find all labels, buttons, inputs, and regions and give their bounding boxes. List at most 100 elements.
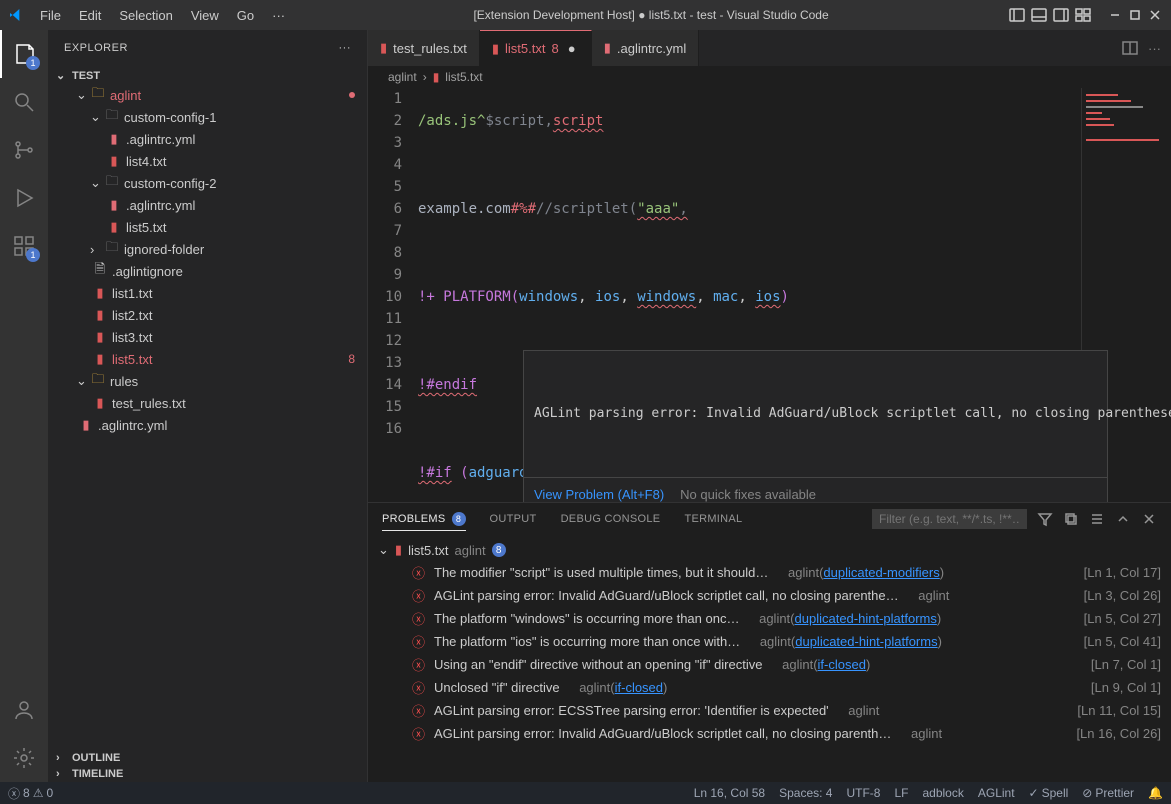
folder-aglint[interactable]: ⌄🗀aglint [48, 84, 367, 106]
tab-dirty-icon[interactable]: ● [565, 42, 579, 56]
code-editor[interactable]: 12345678910111213141516 /ads.js^$script,… [368, 88, 1171, 502]
file-list3[interactable]: ▮list3.txt [48, 326, 367, 348]
problem-file-header[interactable]: ⌄ ▮ list5.txt aglint 8 [378, 539, 1161, 561]
panel-tab-output[interactable]: OUTPUT [490, 513, 537, 525]
panel-close-icon[interactable] [1141, 511, 1157, 527]
code-content[interactable]: /ads.js^$script,script example.com#%#//s… [418, 88, 1081, 502]
menu-more[interactable]: ··· [264, 4, 293, 27]
split-editor-icon[interactable] [1122, 40, 1138, 56]
section-outline[interactable]: ›OUTLINE [48, 750, 367, 766]
bell-icon: 🔔 [1148, 786, 1163, 800]
problem-rule-link[interactable]: duplicated-hint-platforms [795, 611, 937, 626]
status-prettier[interactable]: ⊘Prettier [1082, 786, 1134, 800]
file-list4[interactable]: ▮list4.txt [48, 150, 367, 172]
activity-source-control[interactable] [0, 126, 48, 174]
folder-rules[interactable]: ⌄🗀rules [48, 370, 367, 392]
file-icon: ▮ [92, 329, 108, 345]
status-cursor[interactable]: Ln 16, Col 58 [694, 786, 765, 800]
problem-row[interactable]: ⓧThe modifier "script" is used multiple … [378, 561, 1161, 584]
folder-custom-config-1[interactable]: ⌄🗀custom-config-1 [48, 106, 367, 128]
problem-row[interactable]: ⓧThe platform "windows" is occurring mor… [378, 607, 1161, 630]
status-spell[interactable]: ✓Spell [1029, 786, 1069, 800]
menu-edit[interactable]: Edit [71, 4, 109, 27]
panel-tab-debug[interactable]: DEBUG CONSOLE [561, 513, 661, 525]
activity-run-debug[interactable] [0, 174, 48, 222]
file-root-aglintrc[interactable]: ▮.aglintrc.yml [48, 414, 367, 436]
activity-extensions[interactable]: 1 [0, 222, 48, 270]
problem-row[interactable]: ⓧAGLint parsing error: ECSSTree parsing … [378, 699, 1161, 722]
minimize-icon[interactable] [1107, 7, 1123, 23]
collapse-all-icon[interactable] [1063, 511, 1079, 527]
panel-tab-terminal[interactable]: TERMINAL [684, 513, 742, 525]
file-icon: ▮ [604, 40, 611, 56]
maximize-icon[interactable] [1127, 7, 1143, 23]
problem-message: Using an "endif" directive without an op… [434, 657, 762, 672]
problem-rule-link[interactable]: duplicated-hint-platforms [795, 634, 937, 649]
view-as-tree-icon[interactable] [1089, 511, 1105, 527]
filter-icon[interactable] [1037, 511, 1053, 527]
status-errors[interactable]: ⓧ8 ⚠0 [8, 785, 53, 802]
breadcrumb[interactable]: aglint › ▮ list5.txt [368, 66, 1171, 88]
status-bell[interactable]: 🔔 [1148, 786, 1163, 800]
file-icon: ▮ [106, 131, 122, 147]
panel-tab-problems[interactable]: PROBLEMS8 [382, 512, 466, 531]
status-aglint[interactable]: AGLint [978, 786, 1015, 800]
activity-settings[interactable] [0, 734, 48, 782]
close-icon[interactable] [1147, 7, 1163, 23]
file-list5[interactable]: ▮list5.txt8 [48, 348, 367, 370]
menu-selection[interactable]: Selection [111, 4, 180, 27]
problem-row[interactable]: ⓧAGLint parsing error: Invalid AdGuard/u… [378, 722, 1161, 745]
tab-test-rules[interactable]: ▮test_rules.txt [368, 30, 480, 66]
activity-account[interactable] [0, 686, 48, 734]
problem-message: AGLint parsing error: Invalid AdGuard/uB… [434, 588, 899, 603]
problem-row[interactable]: ⓧThe platform "ios" is occurring more th… [378, 630, 1161, 653]
file-tree: ⌄🗀aglint ⌄🗀custom-config-1 ▮.aglintrc.ym… [48, 84, 367, 436]
tab-more-icon[interactable]: ··· [1148, 41, 1161, 56]
view-problem-link[interactable]: View Problem (Alt+F8) [534, 484, 664, 502]
tab-aglintrc[interactable]: ▮.aglintrc.yml [592, 30, 700, 66]
dirty-indicator [349, 92, 355, 98]
section-test[interactable]: ⌄ TEST [48, 67, 367, 84]
folder-ignored[interactable]: ›🗀ignored-folder [48, 238, 367, 260]
error-icon: ⓧ [8, 785, 20, 802]
sidebar-more-icon[interactable]: ··· [339, 42, 352, 54]
menu-file[interactable]: File [32, 4, 69, 27]
problem-source: aglint [918, 588, 949, 603]
chevron-up-icon[interactable] [1115, 511, 1131, 527]
menu-view[interactable]: View [183, 4, 227, 27]
activity-explorer[interactable]: 1 [0, 30, 48, 78]
file-list1[interactable]: ▮list1.txt [48, 282, 367, 304]
problem-location: [Ln 7, Col 1] [1091, 657, 1161, 672]
file-list2[interactable]: ▮list2.txt [48, 304, 367, 326]
file-aglintrc-yml-1[interactable]: ▮.aglintrc.yml [48, 128, 367, 150]
problem-rule-link[interactable]: if-closed [818, 657, 866, 672]
file-aglintignore[interactable]: 🗎.aglintignore [48, 260, 367, 282]
activity-search[interactable] [0, 78, 48, 126]
problem-location: [Ln 3, Col 26] [1084, 588, 1161, 603]
menu-go[interactable]: Go [229, 4, 262, 27]
file-test-rules[interactable]: ▮test_rules.txt [48, 392, 367, 414]
problem-count-badge: 8 [348, 352, 355, 366]
filter-input[interactable] [872, 509, 1027, 529]
editor-tabs: ▮test_rules.txt ▮list5.txt8● ▮.aglintrc.… [368, 30, 1171, 66]
status-language[interactable]: adblock [922, 786, 963, 800]
toggle-panel-right-icon[interactable] [1053, 7, 1069, 23]
file-aglintrc-yml-2[interactable]: ▮.aglintrc.yml [48, 194, 367, 216]
problem-row[interactable]: ⓧUnclosed "if" directive aglint(if-close… [378, 676, 1161, 699]
problem-rule-link[interactable]: if-closed [615, 680, 663, 695]
status-encoding[interactable]: UTF-8 [846, 786, 880, 800]
customize-layout-icon[interactable] [1075, 7, 1091, 23]
file-list5-cc2[interactable]: ▮list5.txt [48, 216, 367, 238]
status-spaces[interactable]: Spaces: 4 [779, 786, 832, 800]
toggle-panel-bottom-icon[interactable] [1031, 7, 1047, 23]
problem-row[interactable]: ⓧUsing an "endif" directive without an o… [378, 653, 1161, 676]
tab-list5[interactable]: ▮list5.txt8● [480, 30, 592, 66]
toggle-panel-left-icon[interactable] [1009, 7, 1025, 23]
section-timeline[interactable]: ›TIMELINE [48, 766, 367, 782]
file-icon: ▮ [92, 307, 108, 323]
status-eol[interactable]: LF [894, 786, 908, 800]
folder-custom-config-2[interactable]: ⌄🗀custom-config-2 [48, 172, 367, 194]
problem-row[interactable]: ⓧAGLint parsing error: Invalid AdGuard/u… [378, 584, 1161, 607]
problem-rule-link[interactable]: duplicated-modifiers [823, 565, 939, 580]
file-icon: ▮ [92, 285, 108, 301]
